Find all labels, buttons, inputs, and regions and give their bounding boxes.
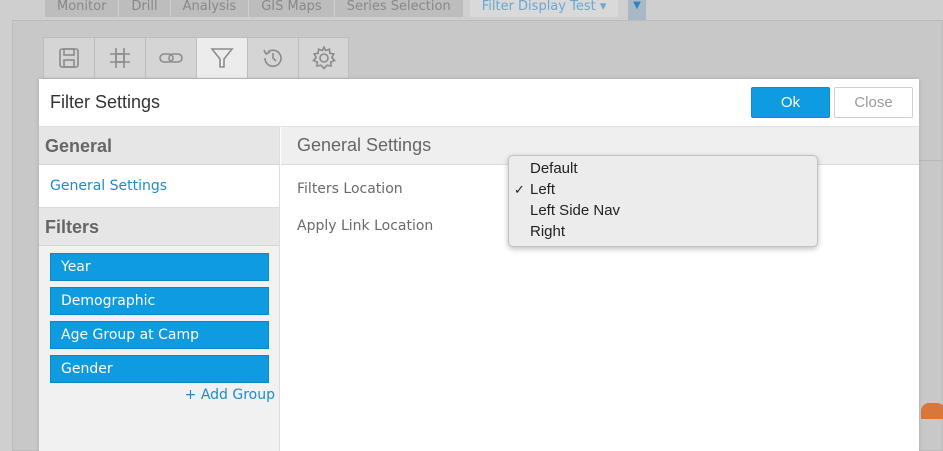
dropdown-option-left[interactable]: ✓ Left xyxy=(509,179,817,200)
ok-button[interactable]: Ok xyxy=(751,87,830,118)
background-chart-fragment xyxy=(921,403,943,419)
grid-tool-button[interactable] xyxy=(94,37,145,79)
background-tab-bar: Monitor Drill Analysis GIS Maps Series S… xyxy=(45,0,620,17)
sidebar-heading-filters: Filters xyxy=(39,208,279,246)
tab-menu-arrow-icon: ▼ xyxy=(628,0,646,20)
history-icon xyxy=(263,49,282,68)
bg-tab-gis-maps: GIS Maps xyxy=(249,0,335,17)
link-tool-button[interactable] xyxy=(145,37,196,79)
dropdown-option-label: Left Side Nav xyxy=(530,202,621,219)
dropdown-option-default[interactable]: Default xyxy=(509,158,817,179)
dropdown-option-label: Right xyxy=(530,223,566,240)
dropdown-option-left-side-nav[interactable]: Left Side Nav xyxy=(509,200,817,221)
save-icon xyxy=(59,48,79,68)
filter-group-gender[interactable]: Gender xyxy=(50,355,269,383)
filter-settings-dialog: Filter Settings Ok Close General General… xyxy=(39,79,919,451)
settings-sidebar: General General Settings Filters Year De… xyxy=(39,127,280,451)
background-divider xyxy=(919,160,943,161)
filter-group-demographic[interactable]: Demographic xyxy=(50,287,269,315)
dropdown-option-right[interactable]: Right xyxy=(509,221,817,242)
dropdown-option-label: Left xyxy=(530,181,556,198)
save-tool-button[interactable] xyxy=(43,37,94,79)
link-icon xyxy=(159,53,183,63)
filter-group-age-group-at-camp[interactable]: Age Group at Camp xyxy=(50,321,269,349)
apply-link-location-label: Apply Link Location xyxy=(297,218,434,234)
filter-icon xyxy=(210,48,234,68)
check-icon: ✓ xyxy=(514,182,525,197)
dropdown-option-label: Default xyxy=(530,160,578,177)
bg-tab-series-selection: Series Selection xyxy=(334,0,464,17)
filter-group-year[interactable]: Year xyxy=(50,253,269,281)
bg-tab-monitor: Monitor xyxy=(45,0,120,17)
dialog-header: Filter Settings Ok Close xyxy=(39,79,919,127)
settings-toolbar xyxy=(43,37,349,79)
history-tool-button[interactable] xyxy=(247,37,298,79)
gear-tool-button[interactable] xyxy=(298,37,349,79)
dialog-title: Filter Settings xyxy=(50,92,161,112)
bg-tab-drill: Drill xyxy=(119,0,171,17)
filters-location-label: Filters Location xyxy=(297,181,403,197)
grid-icon xyxy=(110,48,130,68)
sidebar-item-general-settings[interactable]: General Settings xyxy=(39,165,279,208)
bg-tab-filter-display-test: Filter Display Test ▾ xyxy=(469,0,620,17)
add-group-link[interactable]: + Add Group xyxy=(185,387,275,403)
filter-tool-button[interactable] xyxy=(196,37,247,79)
bg-tab-analysis: Analysis xyxy=(170,0,250,17)
gear-icon xyxy=(311,46,336,70)
close-button[interactable]: Close xyxy=(834,87,913,118)
filters-location-dropdown-menu: Default ✓ Left Left Side Nav Right xyxy=(508,155,818,247)
sidebar-heading-general: General xyxy=(39,127,279,165)
filter-group-list: Year Demographic Age Group at Camp Gende… xyxy=(39,246,279,383)
